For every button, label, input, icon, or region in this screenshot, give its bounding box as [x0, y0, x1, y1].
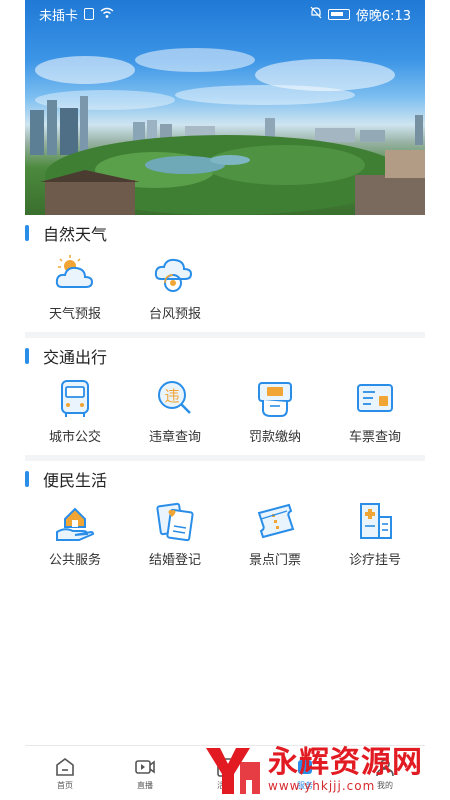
watermark-name: 永辉资源网 [268, 745, 423, 780]
wifi-icon [100, 7, 114, 22]
marriage-icon [156, 502, 194, 542]
clock-text: 傍晚6:13 [355, 8, 411, 24]
service-scenic-tickets[interactable]: 景点门票 [225, 497, 325, 568]
service-label: 公共服务 [48, 553, 101, 568]
section-title: 便民生活 [43, 471, 108, 490]
watermark-text: 永辉资源网 www.yhkjjj.com [268, 745, 423, 794]
service-city-bus[interactable]: 城市公交 [25, 374, 125, 445]
service-grid: 公共服务 结婚登记 景点门票 诊疗挂号 [25, 497, 425, 578]
home-icon [56, 757, 74, 776]
public-service-icon [56, 507, 95, 541]
carrier-text: 未插卡 [39, 8, 79, 24]
nav-label: 首页 [57, 780, 73, 790]
watermark-url: www.yhkjjj.com [268, 779, 376, 793]
watermark: 永辉资源网 www.yhkjjj.com [200, 740, 425, 800]
hospital-icon [360, 503, 392, 539]
status-left: 未插卡 [39, 5, 114, 24]
hero-banner-image[interactable] [25, 0, 425, 215]
service-label: 景点门票 [248, 553, 301, 568]
typhoon-icon [154, 258, 193, 292]
service-weather-forecast[interactable]: 天气预报 [25, 251, 125, 322]
section-transport: 交通出行 城市公交 违 违章查询 罚款缴纳 车票查询 [25, 338, 425, 461]
service-public-service[interactable]: 公共服务 [25, 497, 125, 568]
section-daily-life: 便民生活 公共服务 结婚登记 景点门票 诊疗挂号 [25, 461, 425, 578]
ticket-icon [357, 384, 393, 412]
section-accent-bar [25, 471, 29, 487]
live-video-icon [135, 759, 155, 774]
service-grid: 天气预报 台风预报 [25, 251, 425, 332]
nav-label: 直播 [137, 780, 153, 790]
service-content: 自然天气 天气预报 台风预报 交通出行 城市公交 违 违章查询 罚款缴纳 车票查… [25, 215, 425, 578]
violation-icon: 违 [158, 381, 191, 414]
service-violation-query[interactable]: 违 违章查询 [125, 374, 225, 445]
service-label: 违章查询 [148, 430, 201, 445]
section-header: 交通出行 [25, 338, 425, 374]
service-fine-payment[interactable]: 罚款缴纳 [225, 374, 325, 445]
service-hospital-registration[interactable]: 诊疗挂号 [325, 497, 425, 568]
service-ticket-query[interactable]: 车票查询 [325, 374, 425, 445]
fine-payment-icon [258, 382, 292, 417]
status-bar: 未插卡 傍晚6:13 [25, 0, 425, 28]
service-label: 罚款缴纳 [248, 430, 301, 445]
service-label: 台风预报 [148, 307, 201, 322]
service-label: 结婚登记 [148, 553, 201, 568]
sim-icon [84, 8, 95, 20]
service-typhoon-forecast[interactable]: 台风预报 [125, 251, 225, 322]
weather-icon [55, 255, 94, 288]
bus-icon [61, 380, 89, 417]
bell-off-icon [310, 6, 322, 22]
service-grid: 城市公交 违 违章查询 罚款缴纳 车票查询 [25, 374, 425, 455]
section-accent-bar [25, 225, 29, 241]
nav-live[interactable]: 直播 [105, 746, 185, 800]
service-label: 车票查询 [348, 430, 401, 445]
battery-icon [327, 8, 350, 20]
service-marriage-registration[interactable]: 结婚登记 [125, 497, 225, 568]
service-label: 城市公交 [48, 430, 101, 445]
service-label: 诊疗挂号 [348, 553, 401, 568]
section-header: 自然天气 [25, 215, 425, 251]
nav-home[interactable]: 首页 [25, 746, 105, 800]
scenic-ticket-icon [257, 503, 295, 539]
service-label: 天气预报 [48, 307, 101, 322]
section-title: 自然天气 [43, 225, 108, 244]
section-accent-bar [25, 348, 29, 364]
status-right: 傍晚6:13 [310, 5, 411, 24]
section-title: 交通出行 [43, 348, 108, 367]
watermark-logo-icon [206, 748, 260, 794]
section-weather: 自然天气 天气预报 台风预报 [25, 215, 425, 338]
section-header: 便民生活 [25, 461, 425, 497]
svg-text:违: 违 [164, 387, 179, 405]
